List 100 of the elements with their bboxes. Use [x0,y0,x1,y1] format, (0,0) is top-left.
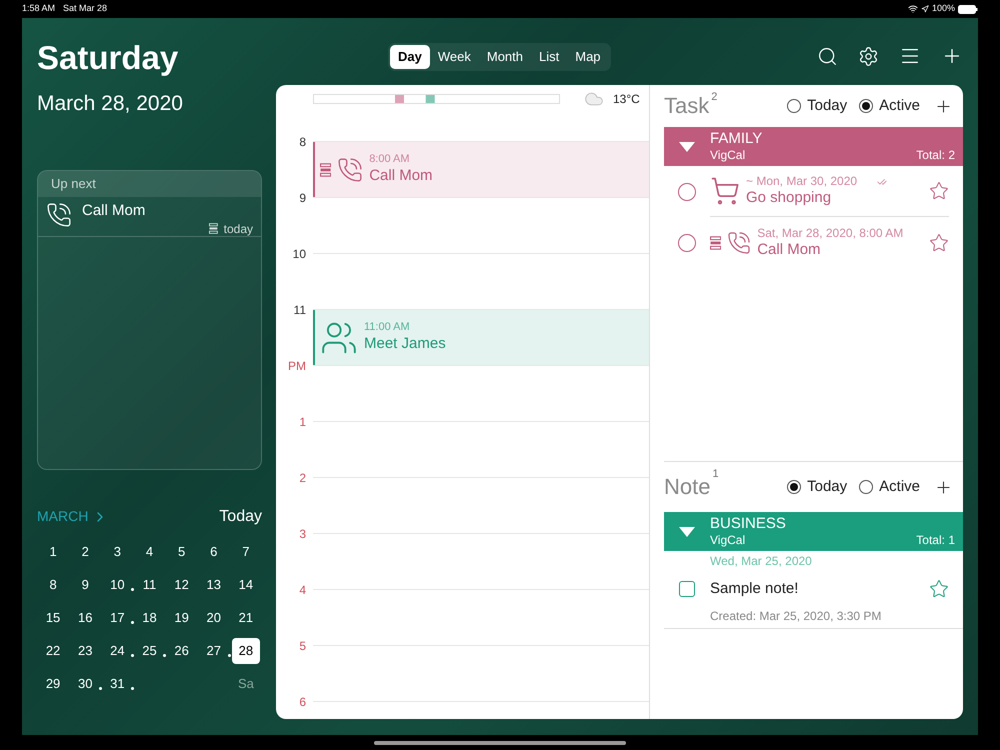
calendar-day[interactable]: 14 [232,572,260,598]
star-icon[interactable] [929,232,949,252]
calendar-day[interactable]: 6 [200,538,228,564]
weekday-hint: Sa [238,674,254,693]
calendar-day[interactable]: 7 [232,538,260,564]
stacked-bars-icon [208,223,218,234]
group-total: Total: 2 [916,148,955,164]
filter-radio[interactable]: Active [859,476,920,498]
up-next-item-title: Call Mom [82,202,146,220]
up-next-item[interactable]: Call Mom today [38,196,261,236]
month-button[interactable]: MARCH [37,506,108,527]
calendar-day[interactable]: 12 [168,572,196,598]
calendar-day[interactable]: 5 [168,538,196,564]
calendar-day[interactable]: 26 [168,638,196,664]
calendar-day[interactable]: 22 [39,638,68,664]
group-name: FAMILY [710,130,764,148]
hour-label: 6 [299,694,306,711]
phone-icon [727,230,752,254]
calendar-day[interactable]: 30 [71,670,100,696]
calendar-day[interactable]: 13 [200,572,228,598]
calendar-day[interactable]: 25 [135,638,164,664]
task-row[interactable]: ~ Mon, Mar 30, 2020 Go shopping [664,166,963,217]
wifi-icon [908,4,918,14]
note-row[interactable]: Sample note! Created: Mar 25, 2020, 3:30 PM [664,571,963,629]
cart-icon [710,176,740,206]
calendar-day[interactable]: 15 [39,604,68,630]
count-label: 1 [712,467,719,482]
hour-label: 1 [299,414,306,431]
section-title: Note [664,476,710,498]
calendar-day[interactable]: 9 [71,572,100,598]
settings-icon[interactable] [858,46,879,66]
calendar-day[interactable]: 29 [39,670,68,696]
weekday-title: Saturday [37,38,180,78]
calendar-day[interactable]: 10 [103,572,132,598]
star-icon[interactable] [929,181,949,201]
event-title: Call Mom [369,167,433,186]
phone-icon [46,202,72,228]
calendar-day[interactable]: 4 [135,538,164,564]
task-title: Call Mom [757,240,822,260]
group-name: BUSINESS [710,514,787,534]
today-button[interactable]: Today [219,504,262,528]
note-checkbox[interactable] [679,581,695,597]
weather-temperature: 13°C [613,91,640,108]
phone-icon [337,156,364,182]
hour-label: 9 [299,190,306,207]
calendar-day[interactable]: 18 [135,604,164,630]
calendar-day[interactable]: 1 [39,538,68,564]
calendar-day[interactable]: 31 [103,670,132,696]
calendar-day[interactable]: 27 [200,638,228,664]
view-tab[interactable]: Week [430,45,479,69]
calendar-day[interactable]: 8 [39,572,68,598]
status-date: Sat Mar 28 [63,2,108,16]
hour-label: 8 [299,134,306,151]
hour-label: 10 [292,246,306,263]
battery-icon [958,4,978,14]
calendar-day[interactable]: 19 [168,604,196,630]
section-title: Task [664,95,710,117]
calendar-day[interactable]: 24 [103,638,132,664]
filter-radio[interactable]: Today [787,476,848,498]
view-tab[interactable]: Day [390,45,430,69]
group-source: VigCal [710,533,746,548]
hour-label: 3 [299,526,306,543]
calendar-day[interactable]: 28 [232,638,260,664]
calendar-day[interactable]: 11 [135,572,164,598]
note-date: Wed, Mar 25, 2020 [709,553,813,570]
calendar-day[interactable]: 3 [103,538,132,564]
filter-radio[interactable]: Today [787,94,848,118]
group-header[interactable]: FAMILY VigCal Total: 2 [664,127,963,166]
calendar-day[interactable]: 21 [232,604,260,630]
status-time: 1:58 AM [22,2,56,16]
count-label: 2 [711,90,718,105]
calendar-day[interactable]: 16 [71,604,100,630]
view-tab[interactable]: Map [567,45,609,69]
task-date: ~ Mon, Mar 30, 2020 [746,174,858,190]
location-icon [920,5,929,13]
task-checkbox[interactable] [678,234,696,252]
task-row[interactable]: Sat, Mar 28, 2020, 8:00 AM Call Mom [664,217,963,268]
up-next-title: Up next [51,174,96,193]
search-icon[interactable] [817,46,838,66]
view-tab[interactable]: Month [478,45,531,69]
group-source: VigCal [710,148,746,164]
calendar-day[interactable]: 17 [103,604,132,630]
task-checkbox[interactable] [678,182,696,200]
note-created: Created: Mar 25, 2020, 3:30 PM [710,608,882,625]
calendar-day[interactable]: 20 [200,604,228,630]
filter-radio[interactable]: Active [859,94,920,118]
battery-percent: 100% [932,2,955,16]
group-total: Total: 1 [916,533,955,548]
note-title: Sample note! [710,578,800,599]
view-tab[interactable]: List [531,45,568,69]
star-icon[interactable] [929,579,949,599]
event-time: 11:00 AM [364,321,411,335]
event-title: Meet James [364,335,446,354]
hour-label: 2 [299,470,306,487]
calendar-event[interactable]: 8:00 AM Call Mom [313,142,649,197]
calendar-day[interactable]: 2 [71,538,100,564]
hour-label: 11 [294,302,306,319]
date-title: March 28, 2020 [37,91,184,117]
calendar-day[interactable]: 23 [71,638,100,664]
hour-label: 4 [299,582,306,599]
